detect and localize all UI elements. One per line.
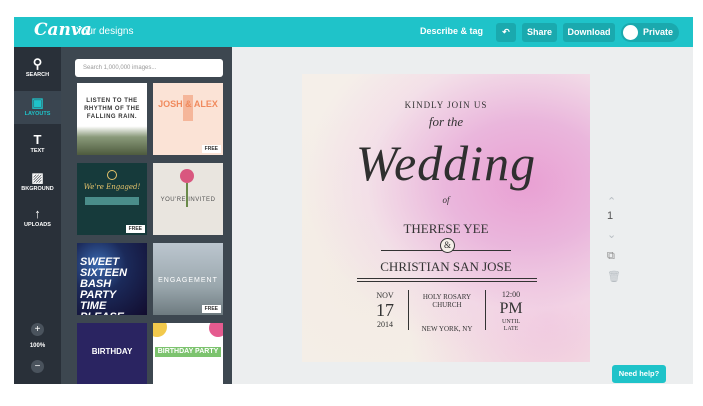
thumb-text: BIRTHDAY	[91, 347, 133, 356]
need-help-button[interactable]: Need help?	[612, 365, 666, 383]
sidebar-item-uploads[interactable]: ↑ UPLOADS	[14, 207, 61, 235]
thumb-text: YOU'RE INVITED	[160, 197, 216, 203]
free-badge: FREE	[125, 225, 145, 233]
thumb-text: ENGAGEMENT	[158, 277, 218, 284]
sidebar-item-label: UPLOADS	[24, 222, 51, 228]
divider	[357, 281, 537, 282]
thumb-text: BIRTHDAY PARTY	[157, 348, 219, 355]
background-icon: ▨	[31, 170, 44, 185]
sidebar-item-layouts[interactable]: ▣ LAYOUTS	[14, 91, 61, 124]
page-up-icon[interactable]: ⌃	[607, 195, 616, 208]
date-block[interactable]: NOV 17 2014	[362, 291, 408, 329]
layouts-icon: ▣	[31, 95, 44, 110]
decoration	[183, 95, 193, 121]
design-text[interactable]: THERESE YEE	[302, 221, 590, 237]
venue-city: NEW YORK, NY	[421, 325, 473, 333]
share-button[interactable]: Share	[522, 23, 557, 42]
sidebar-item-label: BKGROUND	[21, 186, 54, 192]
design-text[interactable]: for the	[302, 114, 590, 130]
sidebar: ⚲ SEARCH ▣ LAYOUTS T TEXT ▨ BKGROUND ↑ U…	[14, 47, 61, 384]
design-text[interactable]: CHRISTIAN SAN JOSE	[302, 259, 590, 275]
venue-line: HOLY ROSARY	[422, 293, 472, 301]
text-icon: T	[33, 132, 42, 147]
layout-thumb[interactable]: BIRTHDAY PARTY	[153, 323, 223, 384]
zoom-in-button[interactable]: +	[31, 323, 44, 336]
top-bar: Canva Your designs Describe & tag ↶ Shar…	[0, 0, 703, 47]
ampersand-badge[interactable]: &	[440, 238, 455, 253]
sidebar-item-label: SEARCH	[25, 72, 50, 78]
layout-thumb[interactable]: JOSH & ALEX FREE	[153, 83, 223, 155]
private-toggle[interactable]: Private	[621, 23, 679, 42]
design-canvas[interactable]: KINDLY JOIN US for the Wedding of THERES…	[302, 74, 590, 362]
ring-icon	[107, 170, 117, 180]
image-search-input[interactable]: Search 1,000,000 images...	[75, 59, 223, 77]
decoration	[209, 323, 223, 337]
sidebar-item-search[interactable]: ⚲ SEARCH	[14, 57, 61, 85]
venue-line: CHURCH	[432, 301, 462, 309]
sidebar-item-label: LAYOUTS	[24, 111, 51, 117]
decoration	[85, 197, 139, 205]
thumb-text: LISTEN TO THE RHYTHM OF THE FALLING RAIN…	[84, 98, 140, 120]
date-year: 2014	[377, 320, 393, 329]
date-month: NOV	[376, 291, 394, 300]
sidebar-item-background[interactable]: ▨ BKGROUND	[14, 171, 61, 199]
your-designs-link[interactable]: Your designs	[76, 26, 133, 37]
until-line: UNTIL	[502, 319, 520, 325]
search-icon: ⚲	[32, 56, 43, 71]
sidebar-item-text[interactable]: T TEXT	[14, 133, 61, 161]
divider	[485, 290, 486, 330]
undo-icon: ↶	[502, 27, 510, 37]
layout-thumb[interactable]: YOU'RE INVITED	[153, 163, 223, 235]
stem	[186, 183, 188, 207]
toggle-knob	[623, 25, 638, 40]
layout-thumb[interactable]: LISTEN TO THE RHYTHM OF THE FALLING RAIN…	[77, 83, 147, 155]
until-line: LATE	[503, 326, 519, 332]
layout-thumb[interactable]: BIRTHDAY	[77, 323, 147, 384]
design-text[interactable]: of	[302, 195, 590, 205]
divider	[408, 290, 409, 330]
free-badge: FREE	[201, 305, 221, 313]
design-text[interactable]: KINDLY JOIN US	[302, 100, 590, 110]
layout-thumb[interactable]: ENGAGEMENT FREE	[153, 243, 223, 315]
page-number: 1	[607, 210, 614, 222]
date-day: 17	[376, 300, 394, 320]
decoration	[153, 323, 167, 337]
undo-button[interactable]: ↶	[496, 23, 516, 42]
thumb-text: SWEET SIXTEEN BASH PARTY TIME PLEASE RSV…	[80, 256, 128, 316]
zoom-level: 100%	[29, 343, 46, 349]
time-ampm: PM	[499, 300, 523, 317]
delete-page-icon[interactable]: 🗑	[607, 270, 621, 283]
top-toolbar: Canva Your designs Describe & tag ↶ Shar…	[14, 17, 693, 47]
venue-block[interactable]: HOLY ROSARY CHURCH NEW YORK, NY	[412, 293, 482, 333]
time-value: 12:00	[501, 290, 521, 299]
time-block[interactable]: 12:00 PM UNTIL LATE	[488, 290, 534, 333]
zoom-out-button[interactable]: −	[31, 360, 44, 373]
page-down-icon[interactable]: ⌄	[607, 228, 616, 241]
sidebar-item-label: TEXT	[30, 148, 45, 154]
rose-icon	[180, 169, 194, 183]
describe-tag-button[interactable]: Describe & tag	[420, 26, 483, 36]
design-title[interactable]: Wedding	[302, 134, 590, 192]
layout-thumb[interactable]: SWEET SIXTEEN BASH PARTY TIME PLEASE RSV…	[77, 243, 147, 315]
upload-icon: ↑	[34, 206, 41, 221]
copy-page-icon[interactable]: ⧉	[607, 250, 615, 263]
download-button[interactable]: Download	[563, 23, 615, 42]
layouts-panel: Search 1,000,000 images... LISTEN TO THE…	[61, 47, 232, 384]
divider	[357, 278, 537, 279]
thumb-text: We're Engaged!	[83, 183, 141, 191]
layout-thumb[interactable]: We're Engaged! FREE	[77, 163, 147, 235]
private-label: Private	[643, 27, 674, 37]
free-badge: FREE	[201, 145, 221, 153]
